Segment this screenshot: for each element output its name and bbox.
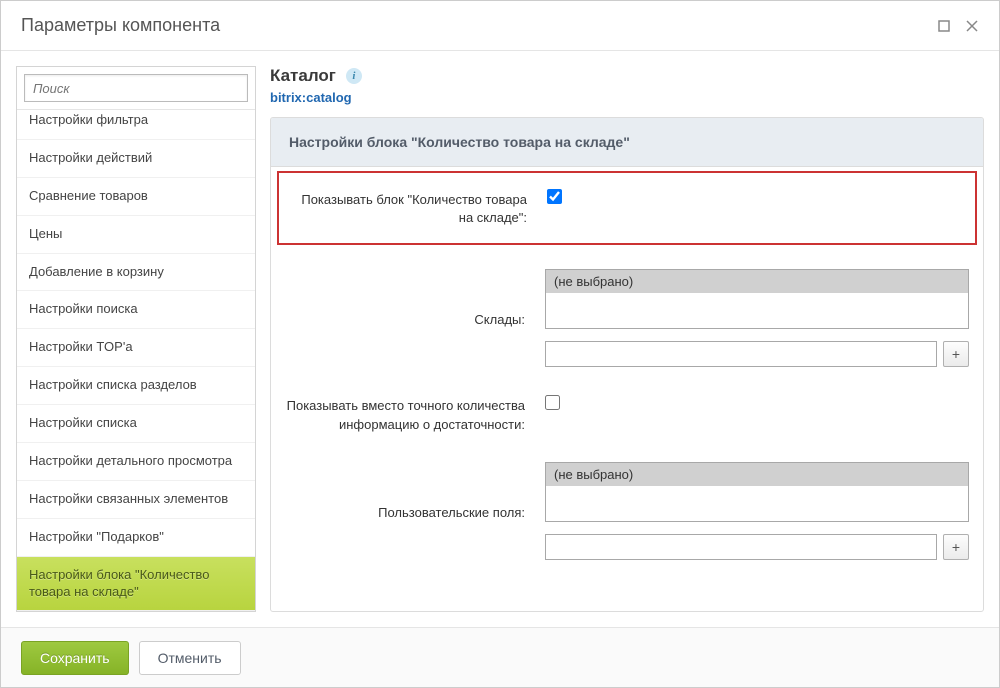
sidebar-item[interactable]: Настройки TOP'а [17,329,255,367]
field-show-block: Показывать блок "Количество товара на ск… [277,171,977,245]
modal-window-controls [937,19,979,33]
modal-header: Параметры компонента [1,1,999,51]
field-sufficiency: Показывать вместо точного количества инф… [271,381,983,447]
stores-select[interactable]: (не выбрано) [545,269,969,329]
show-block-checkbox[interactable] [547,189,562,204]
close-icon[interactable] [965,19,979,33]
sidebar-item[interactable]: Настройки списка [17,405,255,443]
field-label: Показывать вместо точного количества инф… [285,395,525,433]
sidebar-item[interactable]: Настройки поиска [17,291,255,329]
main-panel: Каталог i bitrix:catalog Настройки блока… [270,66,984,612]
sidebar-item[interactable]: Цены [17,216,255,254]
stores-input[interactable] [545,341,937,367]
sidebar-item[interactable]: Настройки связанных элементов [17,481,255,519]
field-stores: Склады: (не выбрано) + [271,255,983,381]
sidebar-item[interactable]: Настройки детального просмотра [17,443,255,481]
stores-add-button[interactable]: + [943,341,969,367]
sidebar-item[interactable]: Настройки списка разделов [17,367,255,405]
field-label: Пользовательские поля: [285,462,525,522]
field-label: Склады: [285,269,525,329]
search-input[interactable] [24,74,248,102]
field-control: (не выбрано) + [545,269,969,367]
component-params-modal: Параметры компонента Настройки фильтраНа… [0,0,1000,688]
modal-body: Настройки фильтраНастройки действийСравн… [1,51,999,627]
sidebar-item[interactable]: Настройки "Подарков" [17,519,255,557]
field-label: Показывать блок "Количество товара на ск… [287,189,527,227]
field-control [547,189,967,204]
user-fields-select[interactable]: (не выбрано) [545,462,969,522]
sufficiency-checkbox[interactable] [545,395,560,410]
maximize-icon[interactable] [937,19,951,33]
search-wrap [17,67,255,110]
sidebar-item[interactable]: Сравнение товаров [17,178,255,216]
title-text: Каталог [270,66,336,86]
sidebar-item[interactable]: Добавление в корзину [17,254,255,292]
field-control: (не выбрано) + [545,462,969,560]
select-option[interactable]: (не выбрано) [546,463,968,486]
sidebar-item[interactable]: Настройки фильтра [17,110,255,140]
sidebar: Настройки фильтраНастройки действийСравн… [16,66,256,612]
select-option[interactable]: (не выбрано) [546,270,968,293]
stores-input-row: + [545,341,969,367]
sidebar-item[interactable]: Настройки блока "Количество товара на ск… [17,557,255,611]
sidebar-list[interactable]: Настройки фильтраНастройки действийСравн… [17,110,255,611]
sidebar-item[interactable]: Настройки действий [17,140,255,178]
page-title: Каталог i [270,66,984,86]
section-box: Настройки блока "Количество товара на ск… [270,117,984,612]
user-fields-input[interactable] [545,534,937,560]
component-name: bitrix:catalog [270,90,984,105]
modal-title: Параметры компонента [21,15,220,36]
cancel-button[interactable]: Отменить [139,641,241,675]
field-user-fields: Пользовательские поля: (не выбрано) + [271,448,983,574]
save-button[interactable]: Сохранить [21,641,129,675]
section-header: Настройки блока "Количество товара на ск… [271,118,983,167]
user-fields-add-button[interactable]: + [943,534,969,560]
modal-footer: Сохранить Отменить [1,627,999,687]
info-icon[interactable]: i [346,68,362,84]
main-header: Каталог i bitrix:catalog [270,66,984,117]
user-fields-input-row: + [545,534,969,560]
field-control [545,395,969,410]
